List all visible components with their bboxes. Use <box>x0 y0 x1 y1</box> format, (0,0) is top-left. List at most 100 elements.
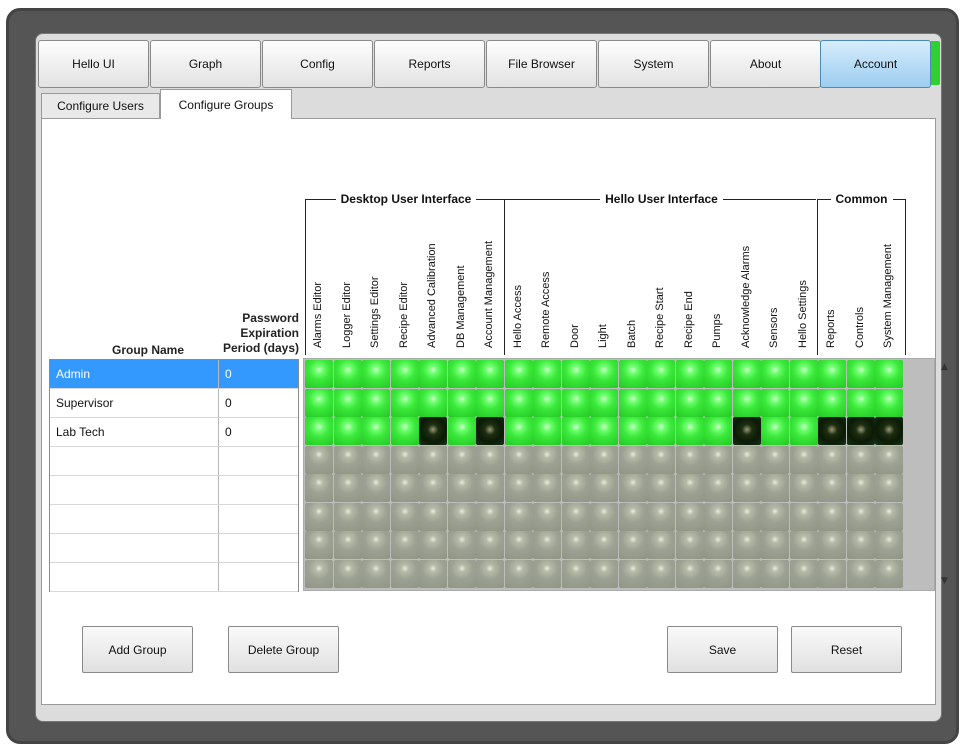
permission-cell[interactable] <box>818 360 846 388</box>
permission-cell[interactable] <box>390 474 419 502</box>
permission-cell[interactable] <box>875 531 903 559</box>
permission-cell[interactable] <box>818 417 846 445</box>
permission-cell[interactable] <box>704 388 732 417</box>
group-row[interactable] <box>50 505 298 534</box>
permission-cell[interactable] <box>305 445 333 474</box>
permission-cell[interactable] <box>761 417 789 445</box>
permission-cell[interactable] <box>647 360 675 388</box>
permission-cell[interactable] <box>504 559 533 588</box>
permission-cell[interactable] <box>590 445 618 474</box>
permission-cell[interactable] <box>647 417 675 445</box>
permission-cell[interactable] <box>618 531 647 559</box>
tab-system[interactable]: System <box>598 40 709 88</box>
add-group-button[interactable]: Add Group <box>82 626 193 673</box>
permission-cell[interactable] <box>504 502 533 531</box>
permission-cell[interactable] <box>675 417 704 445</box>
permission-cell[interactable] <box>761 388 789 417</box>
permission-cell[interactable] <box>846 474 875 502</box>
permission-cell[interactable] <box>732 531 761 559</box>
permission-cell[interactable] <box>704 531 732 559</box>
permission-cell[interactable] <box>362 388 390 417</box>
permission-cell[interactable] <box>618 388 647 417</box>
permission-cell[interactable] <box>818 559 846 588</box>
scroll-up-icon[interactable]: ▲ <box>941 362 948 372</box>
permission-cell[interactable] <box>675 531 704 559</box>
permission-cell[interactable] <box>476 388 504 417</box>
expiration-days-cell[interactable]: 0 <box>219 418 298 446</box>
permission-cell[interactable] <box>704 417 732 445</box>
permission-cell[interactable] <box>590 502 618 531</box>
permission-cell[interactable] <box>419 445 447 474</box>
group-name-cell[interactable] <box>50 447 219 475</box>
permission-cell[interactable] <box>333 360 362 388</box>
permission-cell[interactable] <box>590 531 618 559</box>
group-name-cell[interactable] <box>50 534 219 562</box>
group-row[interactable]: Lab Tech 0 <box>50 418 298 447</box>
permission-cell[interactable] <box>875 474 903 502</box>
tab-account[interactable]: Account <box>820 40 931 88</box>
permission-cell[interactable] <box>846 360 875 388</box>
permission-cell[interactable] <box>675 388 704 417</box>
group-row[interactable] <box>50 476 298 505</box>
permission-cell[interactable] <box>561 474 590 502</box>
permission-cell[interactable] <box>333 502 362 531</box>
permission-cell[interactable] <box>362 445 390 474</box>
permission-cell[interactable] <box>305 360 333 388</box>
expiration-days-cell[interactable]: 0 <box>219 360 298 388</box>
tab-file-browser[interactable]: File Browser <box>486 40 597 88</box>
permission-cell[interactable] <box>333 445 362 474</box>
group-name-cell[interactable] <box>50 505 219 533</box>
permission-cell[interactable] <box>675 474 704 502</box>
permission-cell[interactable] <box>875 559 903 588</box>
permission-cell[interactable] <box>732 502 761 531</box>
permission-cell[interactable] <box>533 417 561 445</box>
permission-cell[interactable] <box>476 474 504 502</box>
permission-cell[interactable] <box>419 474 447 502</box>
permission-cell[interactable] <box>447 502 476 531</box>
permission-cell[interactable] <box>846 417 875 445</box>
permission-cell[interactable] <box>618 445 647 474</box>
permission-cell[interactable] <box>647 531 675 559</box>
permission-cell[interactable] <box>647 388 675 417</box>
group-row[interactable] <box>50 447 298 476</box>
group-name-cell[interactable]: Supervisor <box>50 389 219 417</box>
permission-cell[interactable] <box>504 360 533 388</box>
permission-cell[interactable] <box>504 531 533 559</box>
permission-cell[interactable] <box>875 417 903 445</box>
permission-cell[interactable] <box>675 360 704 388</box>
permission-cell[interactable] <box>846 388 875 417</box>
permission-cell[interactable] <box>875 445 903 474</box>
permission-cell[interactable] <box>476 445 504 474</box>
permission-cell[interactable] <box>846 559 875 588</box>
permission-cell[interactable] <box>618 360 647 388</box>
permission-cell[interactable] <box>305 474 333 502</box>
permission-cell[interactable] <box>789 559 818 588</box>
permission-cell[interactable] <box>704 474 732 502</box>
permission-cell[interactable] <box>732 388 761 417</box>
permission-cell[interactable] <box>818 531 846 559</box>
save-button[interactable]: Save <box>667 626 778 673</box>
group-name-cell[interactable] <box>50 563 219 591</box>
tab-about[interactable]: About <box>710 40 821 88</box>
permission-cell[interactable] <box>846 502 875 531</box>
expiration-days-cell[interactable] <box>219 476 298 504</box>
permission-cell[interactable] <box>590 417 618 445</box>
permission-cell[interactable] <box>761 531 789 559</box>
permission-cell[interactable] <box>561 417 590 445</box>
permission-cell[interactable] <box>362 417 390 445</box>
permission-cell[interactable] <box>504 388 533 417</box>
permission-cell[interactable] <box>789 474 818 502</box>
permission-cell[interactable] <box>533 360 561 388</box>
permission-cell[interactable] <box>590 559 618 588</box>
permission-cell[interactable] <box>362 559 390 588</box>
permission-cell[interactable] <box>818 474 846 502</box>
expiration-days-cell[interactable]: 0 <box>219 389 298 417</box>
permission-cell[interactable] <box>789 531 818 559</box>
permission-cell[interactable] <box>618 474 647 502</box>
permission-cell[interactable] <box>618 559 647 588</box>
permission-cell[interactable] <box>333 388 362 417</box>
permission-cell[interactable] <box>875 502 903 531</box>
permission-cell[interactable] <box>504 474 533 502</box>
group-row[interactable] <box>50 534 298 563</box>
permission-cell[interactable] <box>732 417 761 445</box>
